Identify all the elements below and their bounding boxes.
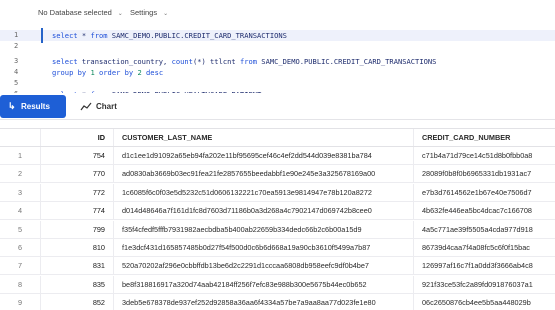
row-number[interactable]: 9 — [0, 294, 40, 310]
sql-keyword: select — [52, 31, 78, 40]
row-number[interactable]: 4 — [0, 202, 40, 220]
sql-keyword: from — [239, 57, 258, 66]
cell-credit-card-number[interactable]: 126997af16c7f1a0dd3f3666ab4c8 — [413, 257, 555, 275]
line-number: 4 — [14, 68, 19, 76]
cell-customer-last-name[interactable]: f35f4cfedf5fffb7931982aecbdba5b400ab2265… — [113, 220, 413, 238]
table-row[interactable]: 5 799 f35f4cfedf5fffb7931982aecbdba5b400ab… — [0, 220, 555, 239]
tab-results-label: Results — [21, 102, 50, 111]
row-number[interactable]: 6 — [0, 239, 40, 257]
cell-credit-card-number[interactable]: 86739d4caa7f4a08fc5c6f0f15bac — [413, 239, 555, 256]
editor-toolbar: No Database selected ⌄ Settings ⌄ — [0, 0, 555, 26]
cell-customer-last-name[interactable]: d1c1ee1d91092a65eb94fa202e11bf95695cef46… — [113, 147, 413, 164]
row-number[interactable]: 7 — [0, 257, 40, 275]
cell-credit-card-number[interactable]: 06c2650876cb4ee5b5aa448029b — [413, 294, 555, 310]
result-tabs: ↳ Results Chart — [0, 93, 555, 120]
cell-id[interactable]: 774 — [40, 202, 113, 220]
sql-keyword: order by — [99, 68, 134, 77]
sql-text: (*) ttlcnt — [192, 57, 240, 66]
cell-id[interactable]: 770 — [40, 165, 113, 183]
cell-id[interactable]: 852 — [40, 294, 113, 310]
code-text: group by 1 order by 2 desc — [52, 67, 163, 78]
cell-customer-last-name[interactable]: 1c6085f6c0f03e5d5232c51d0606132221c70ea5… — [113, 183, 413, 201]
code-line[interactable]: 3 select transaction_country, count(*) tt… — [0, 56, 555, 67]
code-line[interactable]: 4 group by 1 order by 2 desc — [0, 67, 555, 78]
table-row[interactable]: 9 852 3deb5e678378de937ef252d92858a36aa6f4… — [0, 294, 555, 310]
settings-menu[interactable]: Settings ⌄ — [130, 8, 168, 17]
table-row[interactable]: 7 831 520a70202af296e0cbbffdb13be6d2c2291d… — [0, 257, 555, 276]
cell-credit-card-number[interactable]: c71b4a71d79ce14c51d8b0fbb0a8 — [413, 147, 555, 164]
tab-results[interactable]: ↳ Results — [0, 95, 66, 118]
database-selector[interactable]: No Database selected ⌄ — [38, 8, 123, 17]
sql-keyword: count — [171, 57, 193, 66]
row-number[interactable]: 8 — [0, 276, 40, 294]
cell-id[interactable]: 754 — [40, 147, 113, 164]
line-number: 1 — [14, 31, 19, 39]
line-number: 2 — [14, 42, 19, 50]
cell-credit-card-number[interactable]: 4a5c771ae39f5505a4cda977d918 — [413, 220, 555, 238]
results-table: ID CUSTOMER_LAST_NAME CREDIT_CARD_NUMBER… — [0, 128, 555, 310]
column-header-id[interactable]: ID — [40, 129, 113, 146]
code-line[interactable]: 5 — [0, 78, 555, 89]
code-text: select transaction_country, count(*) ttl… — [52, 56, 436, 67]
line-number: 3 — [14, 57, 19, 65]
row-number[interactable]: 1 — [0, 147, 40, 165]
cell-credit-card-number[interactable]: 4b632fe446ea5bc4dcac7c166708 — [413, 202, 555, 220]
table-row[interactable]: 6 810 f1e3dcf431d165857485b0d27f54f500d0c6… — [0, 239, 555, 257]
tab-chart-label: Chart — [96, 102, 117, 111]
chevron-down-icon: ⌄ — [117, 11, 123, 17]
code-line[interactable]: 2 — [0, 41, 555, 52]
cell-id[interactable]: 772 — [40, 183, 113, 201]
line-chart-icon — [80, 95, 92, 127]
code-line[interactable]: 1 select * from SAMC_DEMO.PUBLIC.CREDIT_C… — [0, 28, 555, 43]
row-number[interactable]: 5 — [0, 221, 40, 239]
cell-id[interactable]: 799 — [40, 220, 113, 238]
sql-keyword: group by — [52, 68, 87, 77]
cell-customer-last-name[interactable]: be8f318816917a320d74aab42184ff256f7efc83… — [113, 275, 413, 293]
settings-menu-label: Settings — [130, 8, 158, 17]
sql-text: SAMC_DEMO.PUBLIC.CREDIT_CARD_TRANSACTION… — [107, 31, 287, 40]
table-row[interactable]: 8 835 be8f318816917a320d74aab42184ff256f7e… — [0, 275, 555, 294]
cell-id[interactable]: 810 — [40, 239, 113, 256]
line-number: 5 — [14, 79, 19, 87]
cell-customer-last-name[interactable]: d014d48646a7f161d1fc8d7603d71186b0a3d268… — [113, 202, 413, 220]
row-number[interactable]: 3 — [0, 184, 40, 202]
sql-keyword: select — [52, 57, 78, 66]
sql-keyword: desc — [146, 68, 164, 77]
table-header: ID CUSTOMER_LAST_NAME CREDIT_CARD_NUMBER — [0, 129, 555, 147]
sql-text: SAMC_DEMO.PUBLIC.CREDIT_CARD_TRANSACTION… — [257, 57, 437, 66]
cell-id[interactable]: 831 — [40, 257, 113, 275]
return-arrow-icon: ↳ — [8, 101, 16, 111]
chevron-down-icon: ⌄ — [163, 11, 169, 17]
cell-customer-last-name[interactable]: 520a70202af296e0cbbffdb13be6d2c2291d1ccc… — [113, 257, 413, 275]
sql-keyword: from — [90, 31, 108, 40]
cell-customer-last-name[interactable]: f1e3dcf431d165857485b0d27f54f500d0c6b6d6… — [113, 239, 413, 256]
database-selector-label: No Database selected — [38, 8, 112, 17]
cell-credit-card-number[interactable]: 921f33ce53fc2a89fd091876037a1 — [413, 275, 555, 293]
table-row[interactable]: 1 754 d1c1ee1d91092a65eb94fa202e11bf95695c… — [0, 147, 555, 165]
cell-id[interactable]: 835 — [40, 275, 113, 293]
code-text: select * from SAMC_DEMO.PUBLIC.CREDIT_CA… — [52, 30, 287, 41]
sql-text: * — [77, 31, 91, 40]
row-number[interactable]: 2 — [0, 165, 40, 183]
table-row[interactable]: 4 774 d014d48646a7f161d1fc8d7603d71186b0a3… — [0, 202, 555, 221]
cell-customer-last-name[interactable]: 3deb5e678378de937ef252d92858a36aa6f4334a… — [113, 294, 413, 310]
sql-text: transaction_country, — [77, 57, 172, 66]
cell-credit-card-number[interactable]: 28089f0b8f0b6965331db1931ac7 — [413, 165, 555, 183]
cell-customer-last-name[interactable]: ad0830ab3669b03ec91fea21fe2857655beedabb… — [113, 165, 413, 183]
table-row[interactable]: 2 770 ad0830ab3669b03ec91fea21fe2857655bee… — [0, 165, 555, 184]
column-header-credit-card-number[interactable]: CREDIT_CARD_NUMBER — [413, 129, 555, 146]
sql-editor[interactable]: 1 select * from SAMC_DEMO.PUBLIC.CREDIT_C… — [0, 26, 555, 93]
cell-credit-card-number[interactable]: e7b3d7614562e1b67e40e7506d7 — [413, 183, 555, 201]
column-header-customer-last-name[interactable]: CUSTOMER_LAST_NAME — [113, 129, 413, 146]
table-row[interactable]: 3 772 1c6085f6c0f03e5d5232c51d0606132221c7… — [0, 183, 555, 202]
